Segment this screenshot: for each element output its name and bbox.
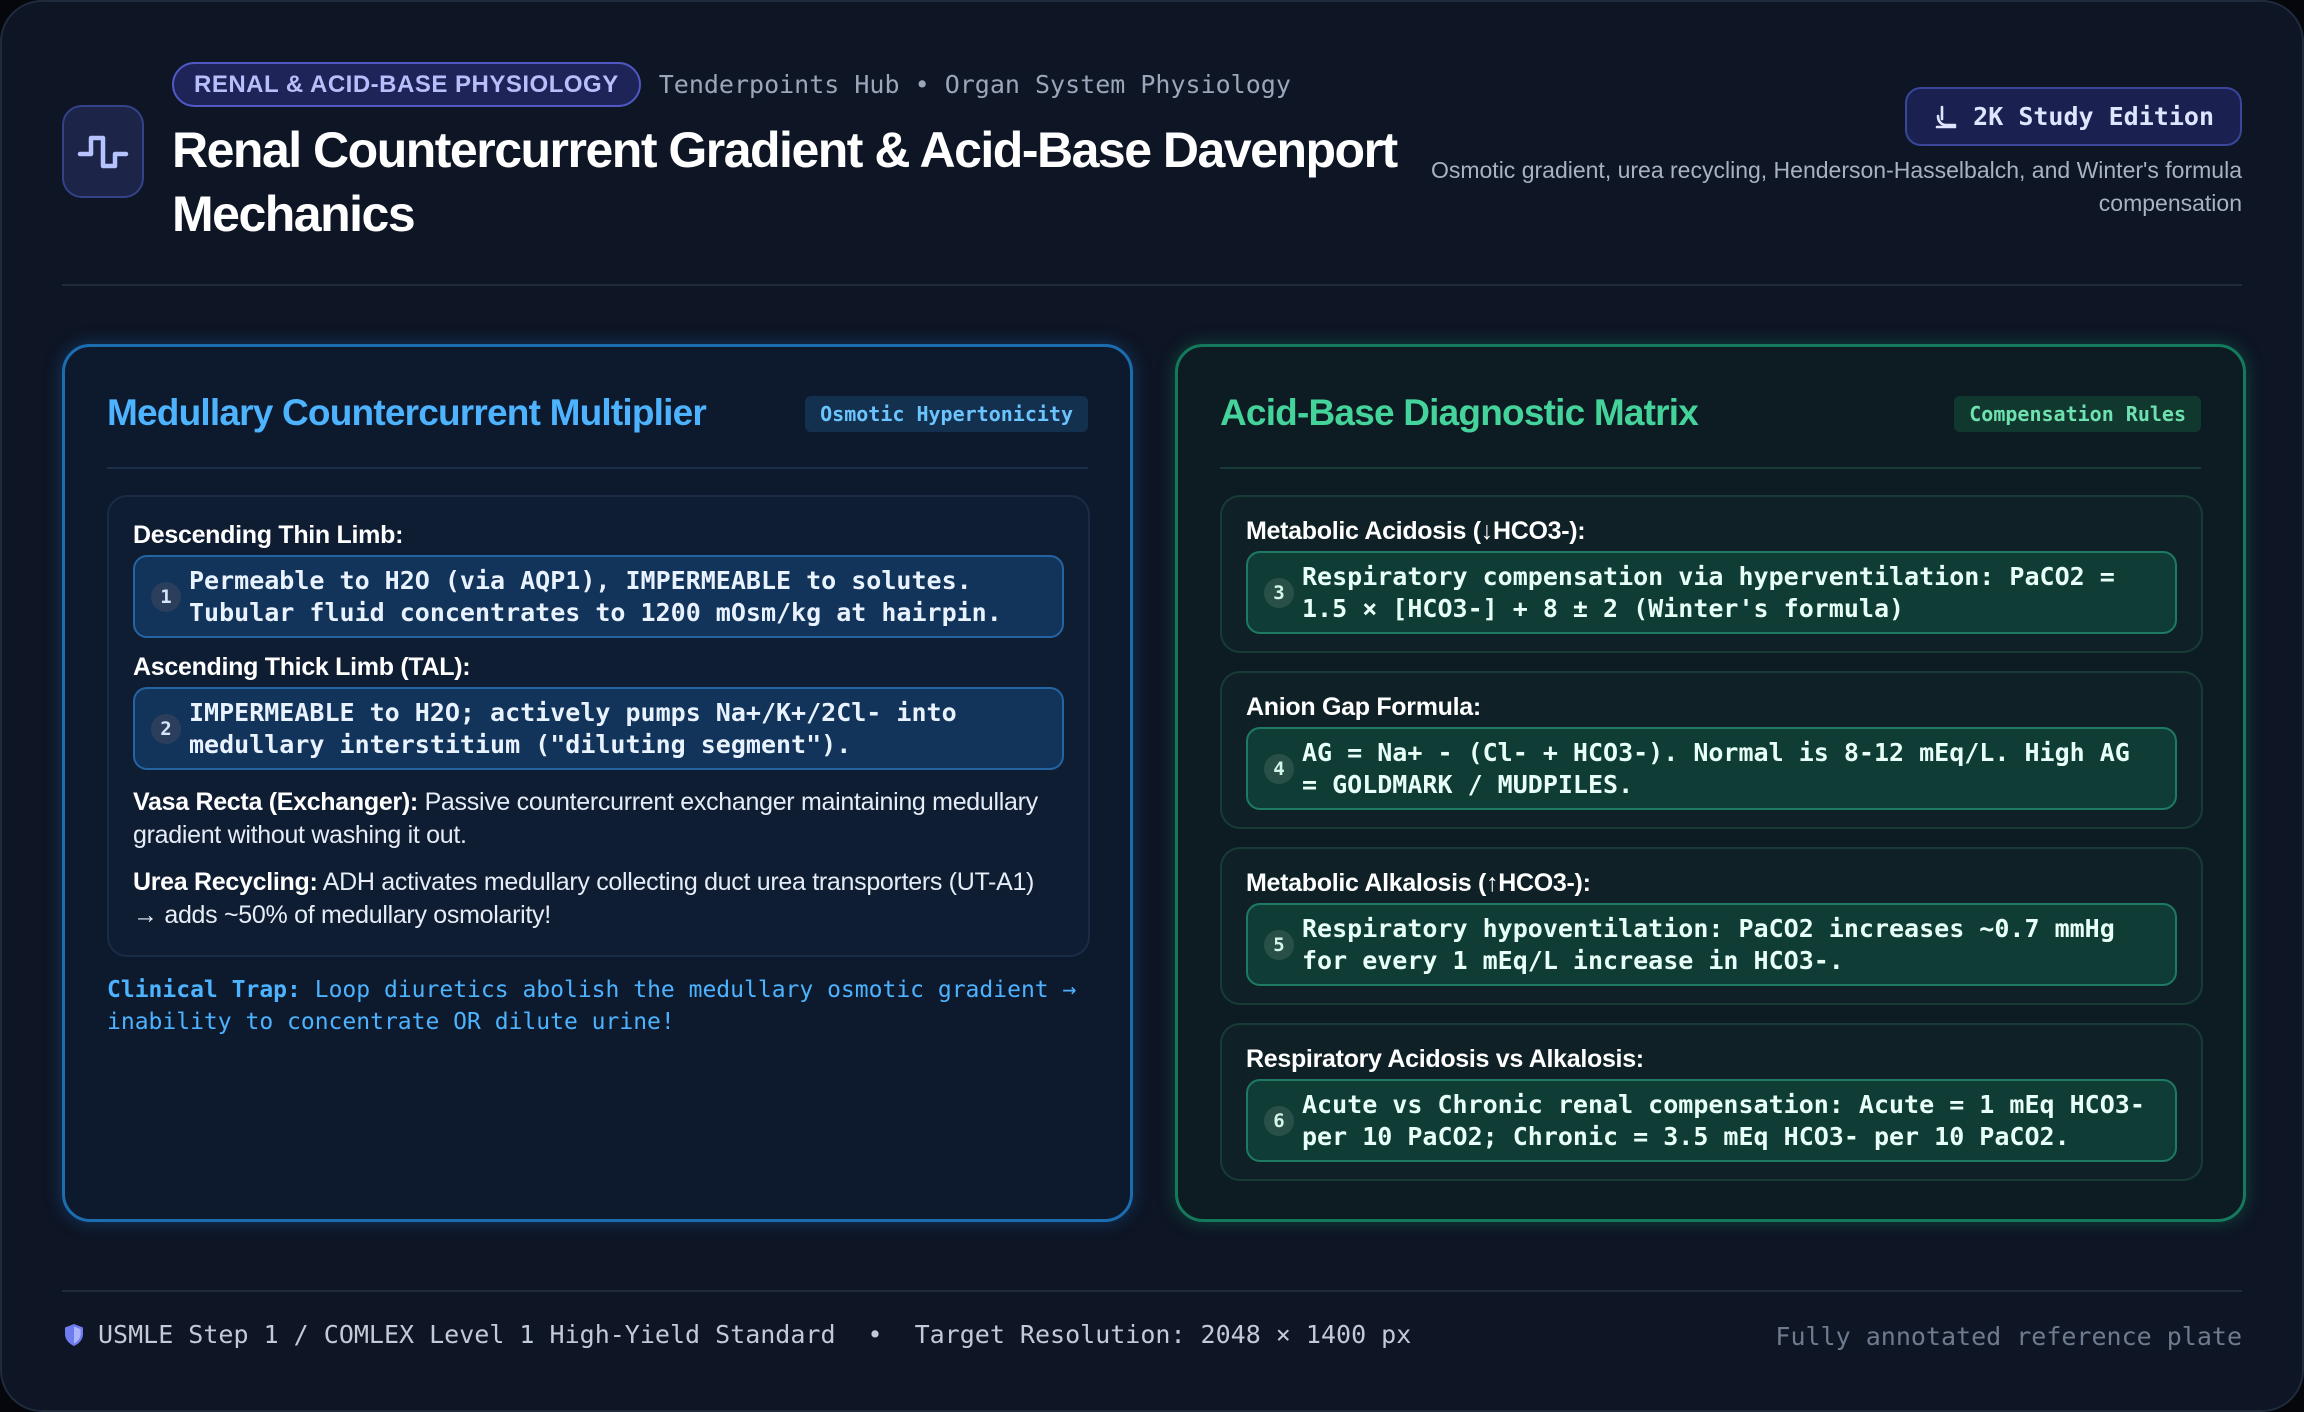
urea-recycling-label: Urea Recycling:	[133, 868, 318, 896]
study-edition-button[interactable]: 2K Study Edition	[1905, 87, 2242, 146]
panel-title: Acid-Base Diagnostic Matrix	[1220, 392, 1699, 433]
code-box: 4 AG = Na+ - (Cl- + HCO3-). Normal is 8-…	[1246, 727, 2177, 810]
study-edition-icon	[1935, 105, 1957, 128]
vasa-recta-label: Vasa Recta (Exchanger):	[133, 788, 418, 816]
vasa-recta-note: Vasa Recta (Exchanger): Passive counterc…	[133, 786, 1064, 852]
item-heading: Respiratory Acidosis vs Alkalosis:	[1246, 1045, 1644, 1073]
code-text: AG = Na+ - (Cl- + HCO3-). Normal is 8-12…	[1302, 737, 2130, 799]
pulse-wave-icon	[62, 105, 144, 198]
code-text: IMPERMEABLE to H2O; actively pumps Na+/K…	[189, 697, 957, 759]
rule-card: Anion Gap Formula: 4 AG = Na+ - (Cl- + H…	[1220, 671, 2203, 829]
code-text: Respiratory hypoventilation: PaCO2 incre…	[1302, 913, 2115, 975]
study-edition-label: 2K Study Edition	[1973, 102, 2214, 131]
panel-divider	[1220, 467, 2201, 469]
acid-base-panel: Acid-Base Diagnostic Matrix Compensation…	[1175, 344, 2246, 1222]
nephron-segments-card: Descending Thin Limb: 1 Permeable to H2O…	[107, 495, 1090, 957]
item-heading: Anion Gap Formula:	[1246, 693, 1481, 721]
rule-card: Metabolic Acidosis (↓HCO3-): 3 Respirato…	[1220, 495, 2203, 653]
code-text: Respiratory compensation via hyperventil…	[1302, 561, 2115, 623]
code-box: 6 Acute vs Chronic renal compensation: A…	[1246, 1079, 2177, 1162]
app-frame: RENAL & ACID-BASE PHYSIOLOGY Tenderpoint…	[0, 0, 2304, 1412]
rule-card: Metabolic Alkalosis (↑HCO3-): 5 Respirat…	[1220, 847, 2203, 1005]
category-pill: RENAL & ACID-BASE PHYSIOLOGY	[172, 62, 641, 107]
clinical-trap-note: Clinical Trap: Loop diuretics abolish th…	[107, 974, 1107, 1038]
footer-separator: •	[867, 1320, 883, 1349]
panel-badge: Osmotic Hypertonicity	[805, 396, 1088, 432]
code-text: Permeable to H2O (via AQP1), IMPERMEABLE…	[189, 565, 1002, 627]
rule-card: Respiratory Acidosis vs Alkalosis: 6 Acu…	[1220, 1023, 2203, 1181]
countercurrent-panel: Medullary Countercurrent Multiplier Osmo…	[62, 344, 1133, 1222]
page-subtitle: Osmotic gradient, urea recycling, Hender…	[1430, 157, 2242, 216]
code-box: 2 IMPERMEABLE to H2O; actively pumps Na+…	[133, 687, 1064, 770]
step-number-badge: 1	[151, 581, 181, 612]
header-meta-row: RENAL & ACID-BASE PHYSIOLOGY Tenderpoint…	[172, 62, 1291, 107]
step-number-badge: 3	[1264, 577, 1294, 608]
footer-divider	[62, 1290, 2242, 1292]
item-heading: Metabolic Alkalosis (↑HCO3-):	[1246, 869, 1591, 897]
resolution-text: Target Resolution: 2048 × 1400 px	[914, 1320, 1412, 1349]
footer-standard: USMLE Step 1 / COMLEX Level 1 High-Yield…	[62, 1320, 1411, 1349]
page-title: Renal Countercurrent Gradient & Acid-Bas…	[172, 122, 1398, 242]
standard-text: USMLE Step 1 / COMLEX Level 1 High-Yield…	[98, 1320, 836, 1349]
step-number-badge: 6	[1264, 1105, 1294, 1136]
shield-icon	[65, 1323, 83, 1346]
item-heading: Descending Thin Limb:	[133, 521, 404, 549]
code-text: Acute vs Chronic renal compensation: Acu…	[1302, 1089, 2145, 1151]
code-box: 5 Respiratory hypoventilation: PaCO2 inc…	[1246, 903, 2177, 986]
code-box: 1 Permeable to H2O (via AQP1), IMPERMEAB…	[133, 555, 1064, 638]
clinical-trap-label: Clinical Trap:	[107, 977, 301, 1003]
panel-badge: Compensation Rules	[1954, 396, 2201, 432]
breadcrumb: Tenderpoints Hub • Organ System Physiolo…	[658, 70, 1291, 99]
step-number-badge: 5	[1264, 929, 1294, 960]
code-box: 3 Respiratory compensation via hypervent…	[1246, 551, 2177, 634]
step-number-badge: 4	[1264, 753, 1294, 784]
panel-title: Medullary Countercurrent Multiplier	[107, 392, 707, 433]
step-number-badge: 2	[151, 713, 181, 744]
panel-divider	[107, 467, 1088, 469]
footer-note: Fully annotated reference plate	[1775, 1322, 2242, 1351]
header-divider	[62, 284, 2242, 286]
urea-recycling-note: Urea Recycling: ADH activates medullary …	[133, 866, 1064, 932]
item-heading: Ascending Thick Limb (TAL):	[133, 653, 471, 681]
item-heading: Metabolic Acidosis (↓HCO3-):	[1246, 517, 1586, 545]
